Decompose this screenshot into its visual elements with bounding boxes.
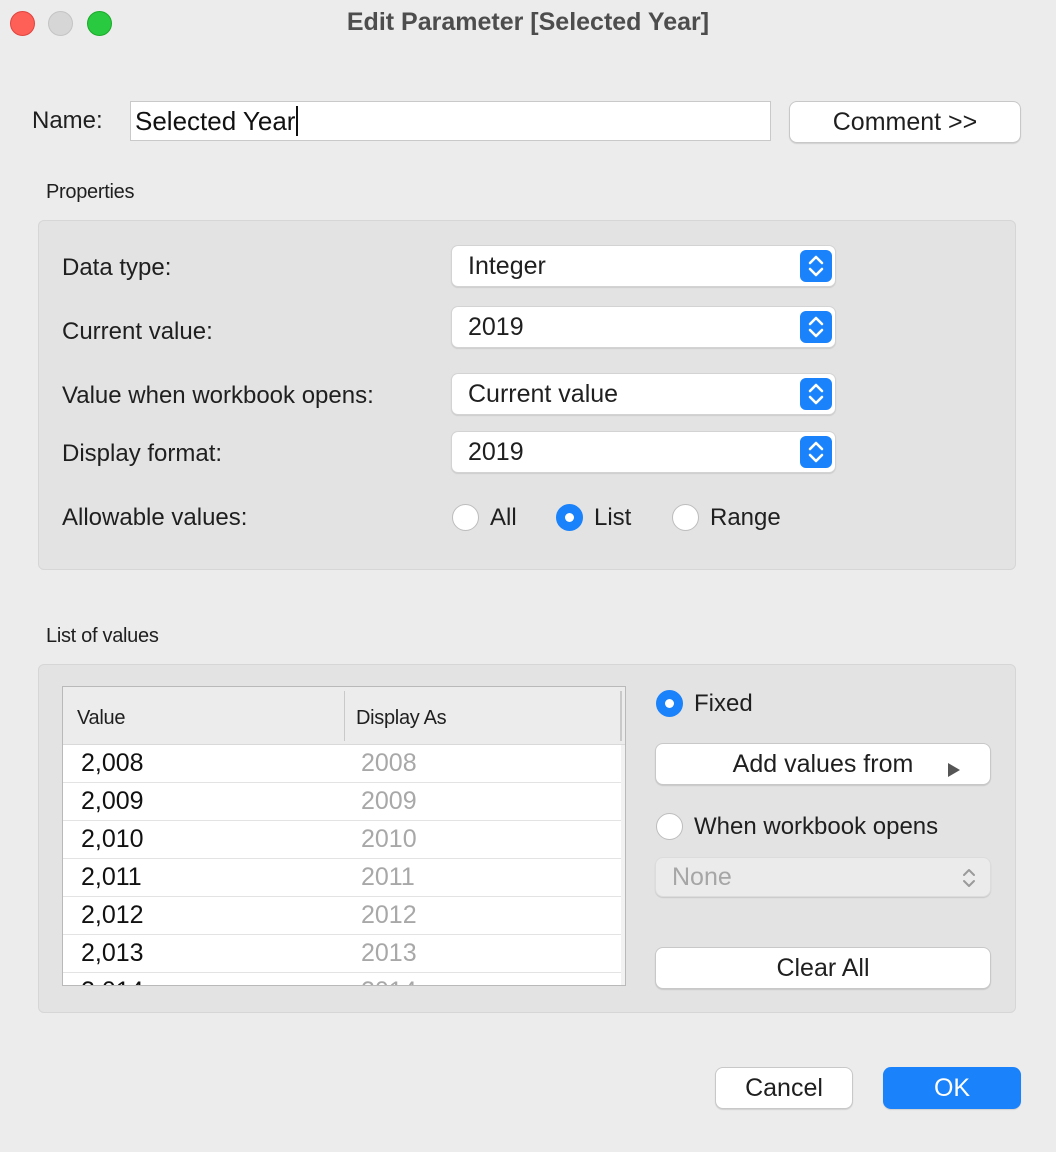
name-input[interactable]: Selected Year — [130, 101, 771, 141]
current-value-select[interactable]: 2019 — [451, 306, 836, 348]
title-bar: Edit Parameter [Selected Year] — [0, 0, 1056, 50]
allowable-list-label[interactable]: List — [594, 504, 631, 532]
allowable-range-radio[interactable] — [672, 504, 699, 531]
when-opens-source-value: None — [672, 862, 732, 891]
ok-button[interactable]: OK — [883, 1067, 1021, 1109]
table-scrollbar[interactable] — [621, 745, 625, 985]
allowable-range-label[interactable]: Range — [710, 504, 781, 532]
display-format-select[interactable]: 2019 — [451, 431, 836, 473]
table-header: Value Display As — [63, 687, 625, 745]
triangle-right-icon — [946, 756, 962, 785]
when-opens-source-select[interactable]: None — [655, 857, 991, 897]
table-row[interactable]: 2,013 2013 — [63, 935, 625, 973]
display-as-cell[interactable]: 2014 — [361, 977, 417, 985]
updown-chevron-icon — [800, 311, 832, 343]
fixed-label[interactable]: Fixed — [694, 690, 753, 718]
value-cell[interactable]: 2,011 — [81, 863, 142, 892]
table-row[interactable]: 2,012 2012 — [63, 897, 625, 935]
add-values-from-label: Add values from — [732, 749, 914, 778]
comment-button[interactable]: Comment >> — [789, 101, 1021, 143]
name-label: Name: — [32, 107, 103, 134]
values-table[interactable]: Value Display As 2,008 2008 2,009 2009 2,010… — [62, 686, 626, 986]
value-when-opens-value: Current value — [468, 379, 619, 408]
display-format-value: 2019 — [468, 437, 524, 466]
column-header-display-as[interactable]: Display As — [356, 707, 447, 730]
column-header-value[interactable]: Value — [77, 707, 125, 730]
table-row[interactable]: 2,008 2008 — [63, 745, 625, 783]
display-format-label: Display format: — [62, 440, 223, 467]
updown-chevron-icon — [800, 250, 832, 282]
column-divider[interactable] — [344, 691, 345, 741]
window-title: Edit Parameter [Selected Year] — [346, 8, 710, 36]
value-cell[interactable]: 2,009 — [81, 787, 144, 816]
add-values-from-button[interactable]: Add values from — [655, 743, 991, 785]
list-of-values-heading: List of values — [46, 625, 159, 647]
fixed-radio[interactable] — [656, 690, 683, 717]
table-rows: 2,008 2008 2,009 2009 2,010 2010 2,011 2011 2,01… — [63, 745, 625, 985]
updown-chevron-icon — [800, 378, 832, 410]
value-cell[interactable]: 2,010 — [81, 825, 144, 854]
properties-heading: Properties — [46, 181, 135, 203]
table-row[interactable]: 2,011 2011 — [63, 859, 625, 897]
display-as-cell[interactable]: 2013 — [361, 939, 417, 968]
display-as-cell[interactable]: 2012 — [361, 901, 417, 930]
when-workbook-opens-radio[interactable] — [656, 813, 683, 840]
value-cell[interactable]: 2,012 — [81, 901, 144, 930]
current-value-label: Current value: — [62, 318, 213, 345]
when-workbook-opens-label[interactable]: When workbook opens — [694, 813, 938, 841]
allowable-values-label: Allowable values: — [62, 504, 248, 531]
clear-all-button[interactable]: Clear All — [655, 947, 991, 989]
text-caret — [296, 106, 299, 136]
value-cell[interactable]: 2,008 — [81, 749, 144, 778]
current-value-value: 2019 — [468, 312, 524, 341]
cancel-button[interactable]: Cancel — [715, 1067, 853, 1109]
table-row[interactable]: 2,010 2010 — [63, 821, 625, 859]
display-as-cell[interactable]: 2011 — [361, 863, 415, 892]
table-row[interactable]: 2,014 2014 — [63, 973, 625, 985]
updown-chevron-icon — [960, 866, 978, 897]
data-type-select[interactable]: Integer — [451, 245, 836, 287]
display-as-cell[interactable]: 2009 — [361, 787, 417, 816]
display-as-cell[interactable]: 2010 — [361, 825, 417, 854]
value-when-opens-select[interactable]: Current value — [451, 373, 836, 415]
name-input-value: Selected Year — [135, 105, 296, 136]
data-type-label: Data type: — [62, 254, 172, 281]
value-cell[interactable]: 2,013 — [81, 939, 144, 968]
display-as-cell[interactable]: 2008 — [361, 749, 417, 778]
table-row[interactable]: 2,009 2009 — [63, 783, 625, 821]
value-cell[interactable]: 2,014 — [81, 977, 144, 985]
allowable-all-label[interactable]: All — [490, 504, 517, 532]
allowable-list-radio[interactable] — [556, 504, 583, 531]
allowable-all-radio[interactable] — [452, 504, 479, 531]
column-divider — [620, 691, 622, 741]
value-when-opens-label: Value when workbook opens: — [62, 382, 374, 409]
data-type-value: Integer — [468, 251, 546, 280]
updown-chevron-icon — [800, 436, 832, 468]
